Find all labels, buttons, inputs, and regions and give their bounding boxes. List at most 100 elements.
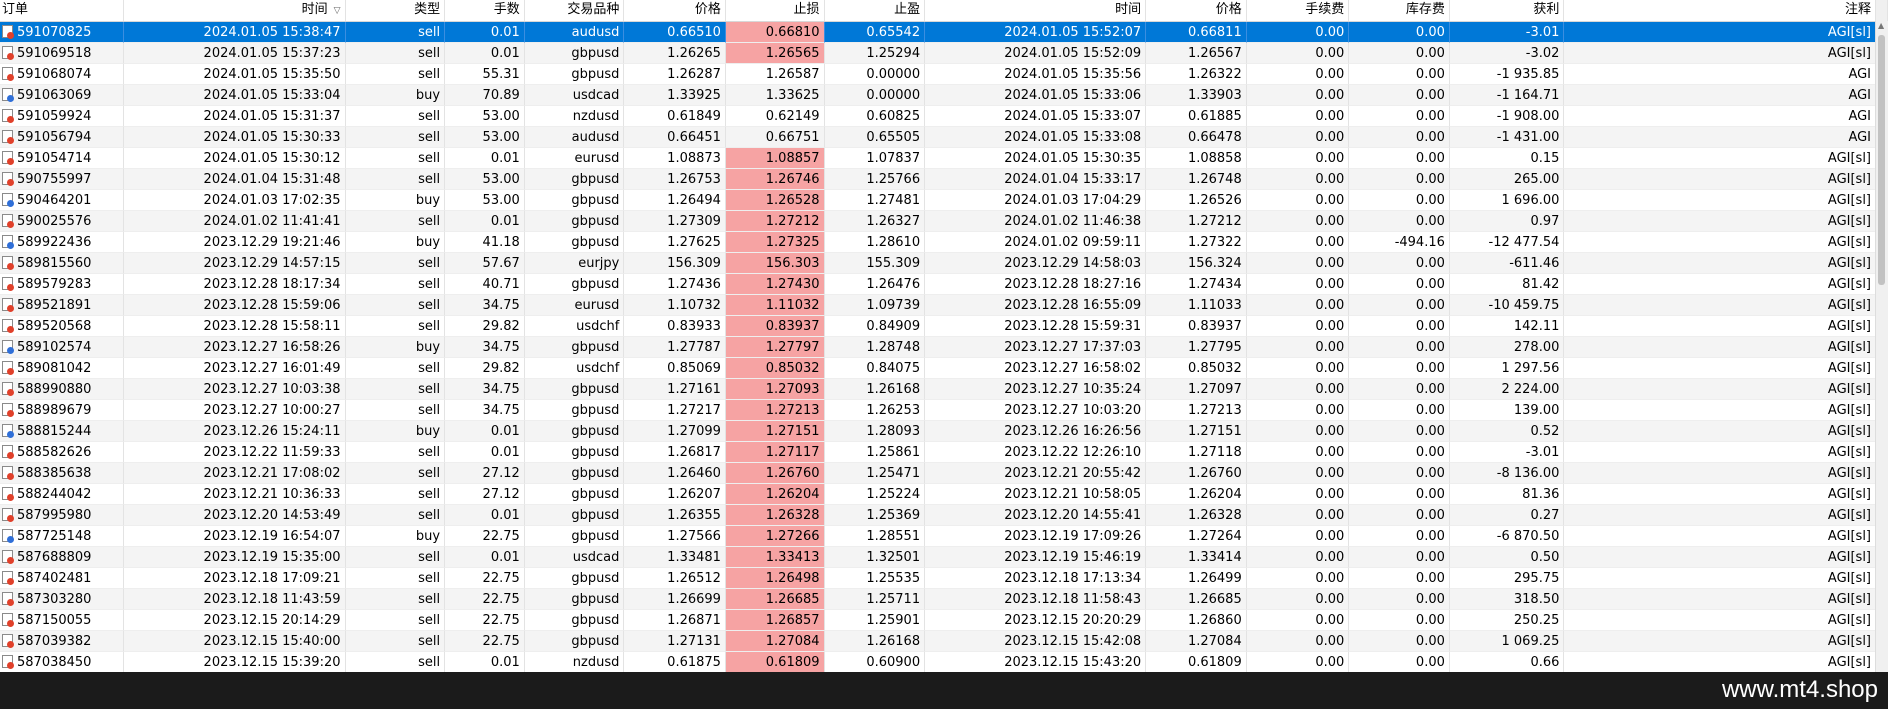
header-lots[interactable]: 手数 (445, 0, 525, 21)
order-value: 587038450 (17, 655, 92, 670)
symbol-value: gbpusd (571, 445, 620, 460)
lots-value: 22.75 (482, 634, 520, 649)
stop-loss-cell: 1.27117 (725, 442, 825, 463)
type-value: sell (418, 445, 441, 460)
close-price-cell: 1.26328 (1146, 505, 1247, 526)
swap-value: 0.00 (1415, 466, 1445, 481)
close-price-value: 1.26204 (1187, 487, 1242, 502)
open-time-cell: 2023.12.26 15:24:11 (124, 421, 346, 442)
table-row[interactable]: 591070825 2024.01.05 15:38:47 sell 0.01 audu… (0, 22, 1888, 43)
table-row[interactable]: 587725148 2023.12.19 16:54:07 buy 22.75 gbpu… (0, 526, 1888, 547)
close-price-cell: 0.85032 (1146, 358, 1247, 379)
swap-value: 0.00 (1415, 403, 1445, 418)
table-row[interactable]: 589815560 2023.12.29 14:57:15 sell 57.67 eur… (0, 253, 1888, 274)
order-cell: 589520568 (0, 316, 125, 337)
header-commission[interactable]: 手续费 (1247, 0, 1350, 21)
commission-value: 0.00 (1315, 214, 1345, 229)
table-row[interactable]: 590755997 2024.01.04 15:31:48 sell 53.00 gbp… (0, 169, 1888, 190)
header-comment[interactable]: 注释 (1564, 0, 1877, 21)
close-price-cell: 1.27264 (1146, 526, 1247, 547)
table-row[interactable]: 590025576 2024.01.02 11:41:41 sell 0.01 gbpu… (0, 211, 1888, 232)
table-row[interactable]: 591054714 2024.01.05 15:30:12 sell 0.01 euru… (0, 148, 1888, 169)
table-row[interactable]: 589521891 2023.12.28 15:59:06 sell 34.75 eur… (0, 295, 1888, 316)
table-row[interactable]: 587688809 2023.12.19 15:35:00 sell 0.01 usdc… (0, 547, 1888, 568)
symbol-value: gbpusd (571, 172, 620, 187)
table-row[interactable]: 587303280 2023.12.18 11:43:59 sell 22.75 gbp… (0, 589, 1888, 610)
table-row[interactable]: 589081042 2023.12.27 16:01:49 sell 29.82 usd… (0, 358, 1888, 379)
open-time-value: 2023.12.15 15:40:00 (203, 634, 341, 649)
table-row[interactable]: 588815244 2023.12.26 15:24:11 buy 0.01 gbpus… (0, 421, 1888, 442)
lots-cell: 0.01 (445, 211, 525, 232)
header-open-time[interactable]: 时间 ▽ (124, 0, 346, 21)
table-row[interactable]: 587038450 2023.12.15 15:39:20 sell 0.01 nzdu… (0, 652, 1888, 672)
scroll-up-icon[interactable]: ▲ (1878, 21, 1884, 30)
sell-order-icon (2, 445, 14, 459)
type-cell: buy (345, 337, 446, 358)
vertical-scrollbar[interactable]: ▲ (1875, 21, 1888, 672)
header-profit[interactable]: 获利 (1450, 0, 1565, 21)
symbol-cell: gbpusd (524, 379, 625, 400)
header-take-profit[interactable]: 止盈 (825, 0, 926, 21)
symbol-cell: audusd (524, 127, 625, 148)
table-row[interactable]: 587995980 2023.12.20 14:53:49 sell 0.01 gbpu… (0, 505, 1888, 526)
close-price-value: 1.27212 (1187, 214, 1242, 229)
table-row[interactable]: 587039382 2023.12.15 15:40:00 sell 22.75 gbp… (0, 631, 1888, 652)
profit-cell: -3.01 (1449, 442, 1565, 463)
close-price-cell: 1.26526 (1146, 190, 1247, 211)
type-cell: sell (345, 148, 446, 169)
type-cell: buy (345, 85, 446, 106)
table-row[interactable]: 588990880 2023.12.27 10:03:38 sell 34.75 gbp… (0, 379, 1888, 400)
comment-value: AGI[sl] (1827, 382, 1872, 397)
header-type[interactable]: 类型 (346, 0, 446, 21)
symbol-value: nzdusd (572, 109, 620, 124)
close-price-value: 1.26328 (1187, 508, 1242, 523)
sell-order-icon (2, 25, 14, 39)
close-time-value: 2023.12.15 20:20:29 (1004, 613, 1142, 628)
table-row[interactable]: 591063069 2024.01.05 15:33:04 buy 70.89 usdc… (0, 85, 1888, 106)
table-row[interactable]: 590464201 2024.01.03 17:02:35 buy 53.00 gbpu… (0, 190, 1888, 211)
close-time-cell: 2023.12.28 18:27:16 (925, 274, 1147, 295)
open-price-cell: 1.27566 (624, 526, 726, 547)
table-row[interactable]: 589102574 2023.12.27 16:58:26 buy 34.75 gbpu… (0, 337, 1888, 358)
type-cell: sell (345, 442, 446, 463)
table-row[interactable]: 587150055 2023.12.15 20:14:29 sell 22.75 gbp… (0, 610, 1888, 631)
header-stop-loss[interactable]: 止损 (726, 0, 825, 21)
table-row[interactable]: 587402481 2023.12.18 17:09:21 sell 22.75 gbp… (0, 568, 1888, 589)
header-order[interactable]: 订单 (0, 0, 125, 21)
table-row[interactable]: 589520568 2023.12.28 15:58:11 sell 29.82 usd… (0, 316, 1888, 337)
table-row[interactable]: 591056794 2024.01.05 15:30:33 sell 53.00 aud… (0, 127, 1888, 148)
order-cell: 589521891 (0, 295, 125, 316)
close-time-cell: 2023.12.18 17:13:34 (925, 568, 1147, 589)
close-price-cell: 1.27084 (1146, 631, 1247, 652)
stop-loss-cell: 156.303 (725, 253, 825, 274)
close-time-cell: 2023.12.27 17:37:03 (925, 337, 1147, 358)
close-price-cell: 0.83937 (1146, 316, 1247, 337)
table-row[interactable]: 588385638 2023.12.21 17:08:02 sell 27.12 gbp… (0, 463, 1888, 484)
table-row[interactable]: 589922436 2023.12.29 19:21:46 buy 41.18 gbpu… (0, 232, 1888, 253)
close-time-cell: 2023.12.19 15:46:19 (925, 547, 1147, 568)
header-open-price[interactable]: 价格 (624, 0, 726, 21)
comment-cell: AGI[sl] (1564, 148, 1877, 169)
comment-cell: AGI (1564, 127, 1877, 148)
comment-value: AGI[sl] (1827, 466, 1872, 481)
open-price-value: 1.27309 (667, 214, 721, 229)
header-close-time[interactable]: 时间 (925, 0, 1147, 21)
open-price-value: 0.66451 (667, 130, 721, 145)
table-row[interactable]: 588582626 2023.12.22 11:59:33 sell 0.01 gbpu… (0, 442, 1888, 463)
type-cell: buy (345, 421, 446, 442)
symbol-cell: usdcad (524, 547, 625, 568)
open-price-value: 1.26512 (667, 571, 721, 586)
order-value: 587039382 (17, 634, 92, 649)
lots-cell: 53.00 (445, 127, 525, 148)
table-row[interactable]: 588244042 2023.12.21 10:36:33 sell 27.12 gbp… (0, 484, 1888, 505)
scrollbar-thumb[interactable] (1878, 35, 1885, 285)
table-row[interactable]: 591069518 2024.01.05 15:37:23 sell 0.01 gbpu… (0, 43, 1888, 64)
header-swap[interactable]: 库存费 (1349, 0, 1450, 21)
table-row[interactable]: 591059924 2024.01.05 15:31:37 sell 53.00 nzd… (0, 106, 1888, 127)
type-cell: sell (345, 463, 446, 484)
header-symbol[interactable]: 交易品种 (525, 0, 625, 21)
table-row[interactable]: 588989679 2023.12.27 10:00:27 sell 34.75 gbp… (0, 400, 1888, 421)
header-close-price[interactable]: 价格 (1146, 0, 1247, 21)
table-row[interactable]: 589579283 2023.12.28 18:17:34 sell 40.71 gbp… (0, 274, 1888, 295)
table-row[interactable]: 591068074 2024.01.05 15:35:50 sell 55.31 gbp… (0, 64, 1888, 85)
